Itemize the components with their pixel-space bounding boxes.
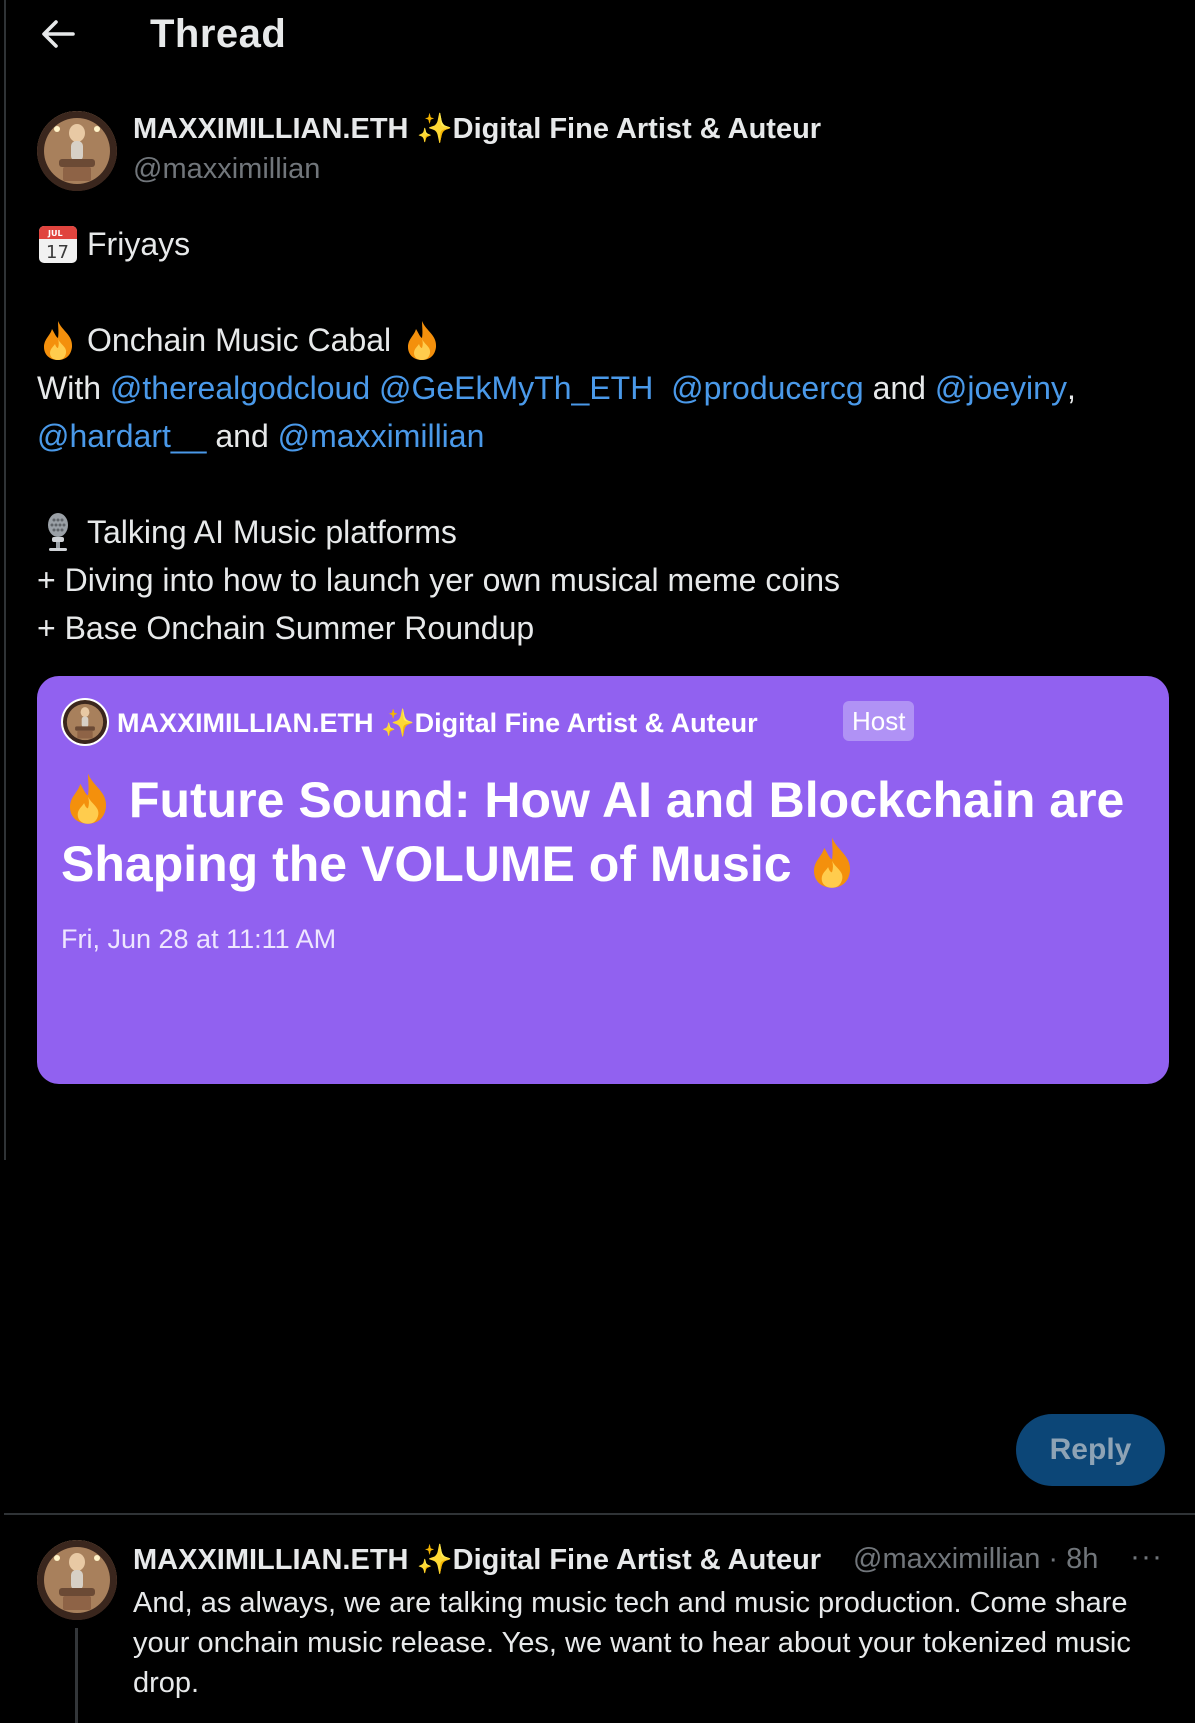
more-options-button[interactable]: ··· (1130, 1540, 1163, 1574)
post-line-cabal: Onchain Music Cabal (37, 316, 1167, 364)
post-text-with: With (37, 370, 101, 406)
post-text-friyays: Friyays (87, 226, 191, 262)
author-avatar[interactable] (37, 111, 117, 191)
arrow-left-icon (42, 20, 75, 48)
author-name[interactable]: MAXXIMILLIAN.ETH ✨Digital Fine Artist & … (133, 112, 821, 146)
space-date: Fri, Jun 28 at 11:11 AM (61, 924, 337, 954)
divider (4, 1513, 1195, 1515)
reply-author-name[interactable]: MAXXIMILLIAN.ETH ✨Digital Fine Artist & … (133, 1543, 848, 1577)
reply-author-avatar[interactable] (37, 1540, 117, 1620)
post-text-talking: Talking AI Music platforms (87, 514, 457, 550)
post-body: JUL 17 Friyays Onchain Music Cabal With … (37, 220, 1167, 652)
post-text-and: and (215, 418, 269, 454)
microphone-icon (48, 513, 68, 551)
sparkles-icon: ✨ (416, 1544, 453, 1576)
space-title-text: Future Sound: How AI and Blockchain are … (61, 772, 1125, 892)
fire-icon (814, 837, 851, 888)
mention-link[interactable]: @hardart__ (37, 412, 206, 460)
mention-link[interactable]: @joeyiny (935, 364, 1067, 412)
reply-button[interactable]: Reply (1016, 1414, 1165, 1486)
left-border (4, 0, 6, 1160)
host-avatar (61, 698, 109, 746)
host-name: MAXXIMILLIAN.ETH ✨Digital Fine Artist & … (117, 708, 758, 738)
sparkles-icon: ✨ (416, 113, 453, 145)
post-text-and: and (872, 370, 926, 406)
author-handle[interactable]: @maxximillian (133, 153, 320, 186)
fire-icon (408, 321, 437, 360)
post-text-comma: , (1066, 370, 1076, 406)
mention-link[interactable]: @GeEkMyTh_ETH (379, 364, 653, 412)
post-line-diving: + Diving into how to launch yer own musi… (37, 562, 841, 598)
post-line-talking: Talking AI Music platforms (37, 508, 1167, 556)
reply-timestamp[interactable]: · 8h (1048, 1543, 1098, 1575)
post-line-mentions: With @therealgodcloud @GeEkMyTh_ETH @pro… (37, 364, 1167, 412)
reply-handle[interactable]: @maxximillian (853, 1543, 1040, 1575)
calendar-icon: JUL 17 (39, 226, 77, 263)
thread-connector-line (75, 1628, 78, 1723)
mention-link[interactable]: @maxximillian (278, 412, 485, 460)
calendar-day: 17 (46, 242, 69, 263)
reply-meta: @maxximillian · 8h (853, 1543, 1098, 1576)
thread-header: Thread (0, 0, 1195, 70)
fire-icon (44, 321, 73, 360)
mention-link[interactable]: @producercg (671, 364, 864, 412)
back-button[interactable] (38, 14, 78, 54)
post-line-friyays: JUL 17 Friyays (37, 220, 1167, 268)
reply-body: And, as always, we are talking music tec… (133, 1587, 1131, 1699)
post-text-cabal: Onchain Music Cabal (87, 322, 392, 358)
sparkles-icon: ✨ (381, 708, 415, 738)
post-line-base: + Base Onchain Summer Roundup (37, 610, 535, 646)
post-line-mentions-2: @hardart__ and @maxximillian (37, 412, 1167, 460)
calendar-month: JUL (47, 229, 63, 238)
mention-link[interactable]: @therealgodcloud (110, 364, 370, 412)
host-badge: Host (843, 701, 915, 741)
space-card[interactable]: MAXXIMILLIAN.ETH ✨Digital Fine Artist & … (37, 676, 1169, 1084)
space-title: Future Sound: How AI and Blockchain are … (61, 768, 1151, 896)
page-title: Thread (150, 12, 287, 56)
fire-icon (70, 773, 107, 824)
